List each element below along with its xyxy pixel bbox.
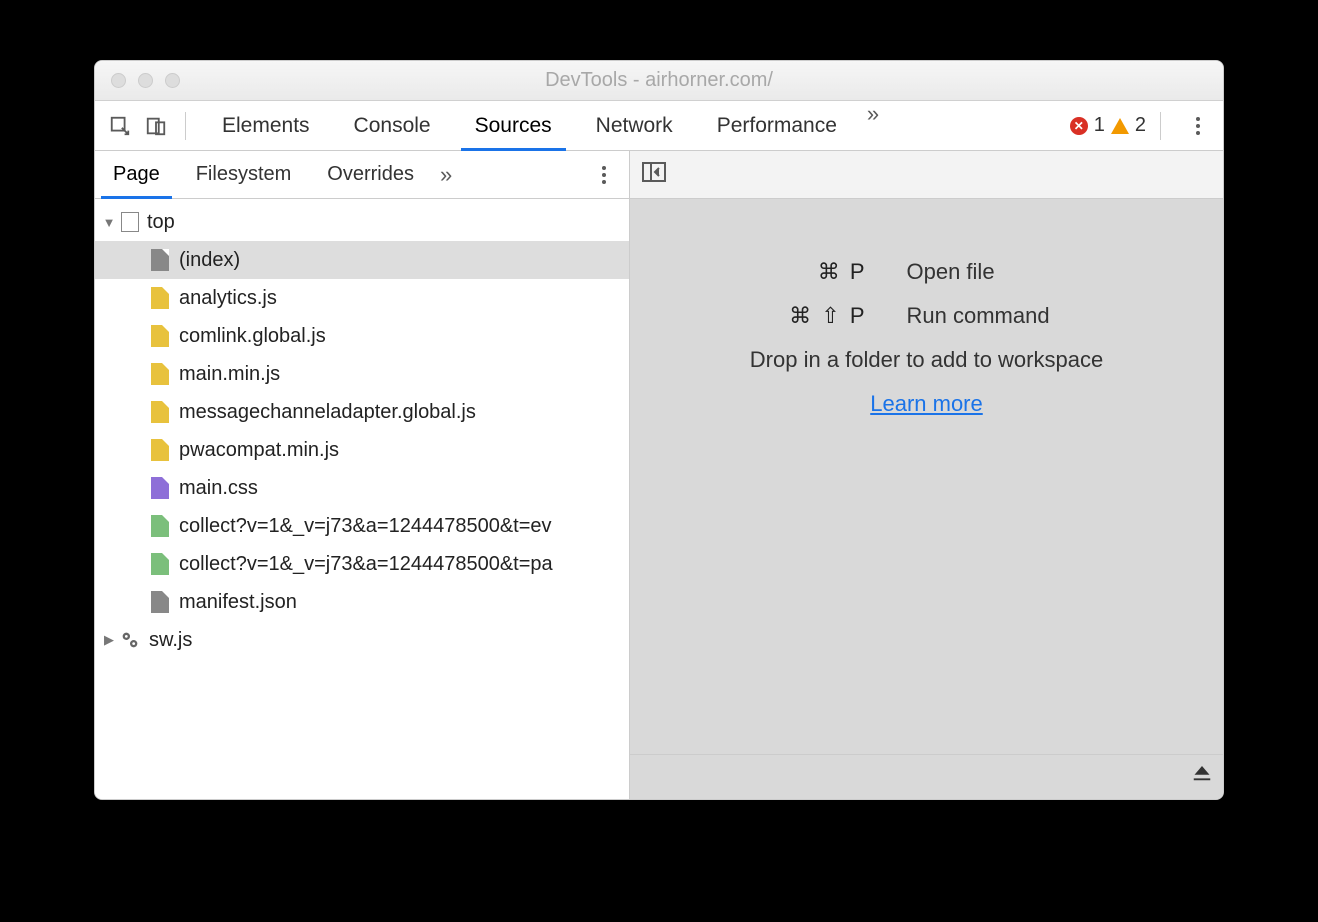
error-count: 1 [1094, 114, 1105, 137]
editor-toolbar [630, 151, 1223, 198]
device-toolbar-icon[interactable] [141, 111, 171, 141]
tree-service-worker[interactable]: ▶ sw.js [95, 621, 629, 659]
expand-arrow-icon[interactable]: ▼ [101, 215, 117, 230]
file-icon [151, 439, 169, 461]
tab-elements[interactable]: Elements [200, 101, 332, 150]
file-label: manifest.json [179, 591, 297, 614]
file-icon [151, 553, 169, 575]
tab-sources[interactable]: Sources [453, 101, 574, 150]
traffic-close-icon[interactable] [111, 73, 126, 88]
expand-drawer-icon[interactable] [1191, 761, 1213, 789]
main-toolbar: Elements Console Sources Network Perform… [95, 101, 1223, 151]
tree-file[interactable]: pwacompat.min.js [95, 431, 629, 469]
file-label: (index) [179, 249, 240, 272]
tree-file[interactable]: collect?v=1&_v=j73&a=1244478500&t=ev [95, 507, 629, 545]
file-icon [151, 401, 169, 423]
editor-pane: ⌘ P Open file ⌘ ⇧ P Run command Drop in … [630, 199, 1223, 799]
toggle-navigator-icon[interactable] [642, 162, 666, 187]
file-label: analytics.js [179, 287, 277, 310]
gear-icon [119, 629, 141, 651]
tab-network[interactable]: Network [574, 101, 695, 150]
tree-file[interactable]: main.min.js [95, 355, 629, 393]
more-subtabs-icon[interactable]: » [432, 162, 460, 188]
traffic-lights [95, 73, 180, 88]
file-tree: ▼ top (index) analytics.js comlink.globa… [95, 199, 630, 799]
drop-folder-text: Drop in a folder to add to workspace [750, 347, 1103, 373]
window-title: DevTools - airhorner.com/ [95, 69, 1223, 92]
file-icon [151, 249, 169, 271]
sources-subtoolbar: Page Filesystem Overrides » [95, 151, 1223, 199]
inspect-element-icon[interactable] [105, 111, 135, 141]
hint-open-file: ⌘ P Open file [707, 259, 1147, 285]
file-label: collect?v=1&_v=j73&a=1244478500&t=ev [179, 515, 552, 538]
tree-file[interactable]: collect?v=1&_v=j73&a=1244478500&t=pa [95, 545, 629, 583]
titlebar: DevTools - airhorner.com/ [95, 61, 1223, 101]
frame-icon [121, 212, 139, 232]
tree-top[interactable]: ▼ top [95, 203, 629, 241]
tree-file[interactable]: comlink.global.js [95, 317, 629, 355]
file-icon [151, 287, 169, 309]
tab-performance[interactable]: Performance [695, 101, 859, 150]
more-tabs-icon[interactable]: » [859, 101, 887, 150]
settings-menu-icon[interactable] [1183, 117, 1213, 135]
separator [1160, 112, 1161, 140]
traffic-zoom-icon[interactable] [165, 73, 180, 88]
main-tabs: Elements Console Sources Network Perform… [200, 101, 887, 150]
file-icon [151, 477, 169, 499]
warning-icon [1111, 118, 1129, 134]
sources-content: ▼ top (index) analytics.js comlink.globa… [95, 199, 1223, 799]
file-icon [151, 591, 169, 613]
file-label: collect?v=1&_v=j73&a=1244478500&t=pa [179, 553, 553, 576]
subtab-overrides[interactable]: Overrides [309, 151, 432, 198]
hint-run-command: ⌘ ⇧ P Run command [707, 303, 1147, 329]
file-label: messagechanneladapter.global.js [179, 401, 476, 424]
tree-top-label: top [147, 211, 175, 234]
learn-more-link[interactable]: Learn more [870, 391, 983, 417]
tab-console[interactable]: Console [332, 101, 453, 150]
file-icon [151, 325, 169, 347]
separator [185, 112, 186, 140]
traffic-minimize-icon[interactable] [138, 73, 153, 88]
tree-file[interactable]: main.css [95, 469, 629, 507]
tree-file[interactable]: (index) [95, 241, 629, 279]
file-label: comlink.global.js [179, 325, 326, 348]
subtab-page[interactable]: Page [95, 151, 178, 198]
quick-open-hints: ⌘ P Open file ⌘ ⇧ P Run command Drop in … [630, 259, 1223, 417]
hint-keys: ⌘ P [707, 259, 907, 285]
file-icon [151, 515, 169, 537]
tree-file[interactable]: analytics.js [95, 279, 629, 317]
error-icon: ✕ [1070, 117, 1088, 135]
file-label: main.min.js [179, 363, 280, 386]
drawer-divider [630, 754, 1223, 755]
hint-keys: ⌘ ⇧ P [707, 303, 907, 329]
file-label: main.css [179, 477, 258, 500]
navigator-menu-icon[interactable] [589, 166, 619, 184]
file-icon [151, 363, 169, 385]
expand-arrow-icon[interactable]: ▶ [101, 632, 117, 648]
devtools-window: DevTools - airhorner.com/ Elements Conso… [94, 60, 1224, 800]
warning-count: 2 [1135, 114, 1146, 137]
tree-file[interactable]: manifest.json [95, 583, 629, 621]
tree-file[interactable]: messagechanneladapter.global.js [95, 393, 629, 431]
hint-label: Open file [907, 259, 1147, 285]
navigator-tabs: Page Filesystem Overrides » [95, 151, 630, 198]
subtab-filesystem[interactable]: Filesystem [178, 151, 310, 198]
sw-label: sw.js [149, 629, 192, 652]
hint-label: Run command [907, 303, 1147, 329]
file-label: pwacompat.min.js [179, 439, 339, 462]
status-counters[interactable]: ✕ 1 2 [1070, 114, 1146, 137]
